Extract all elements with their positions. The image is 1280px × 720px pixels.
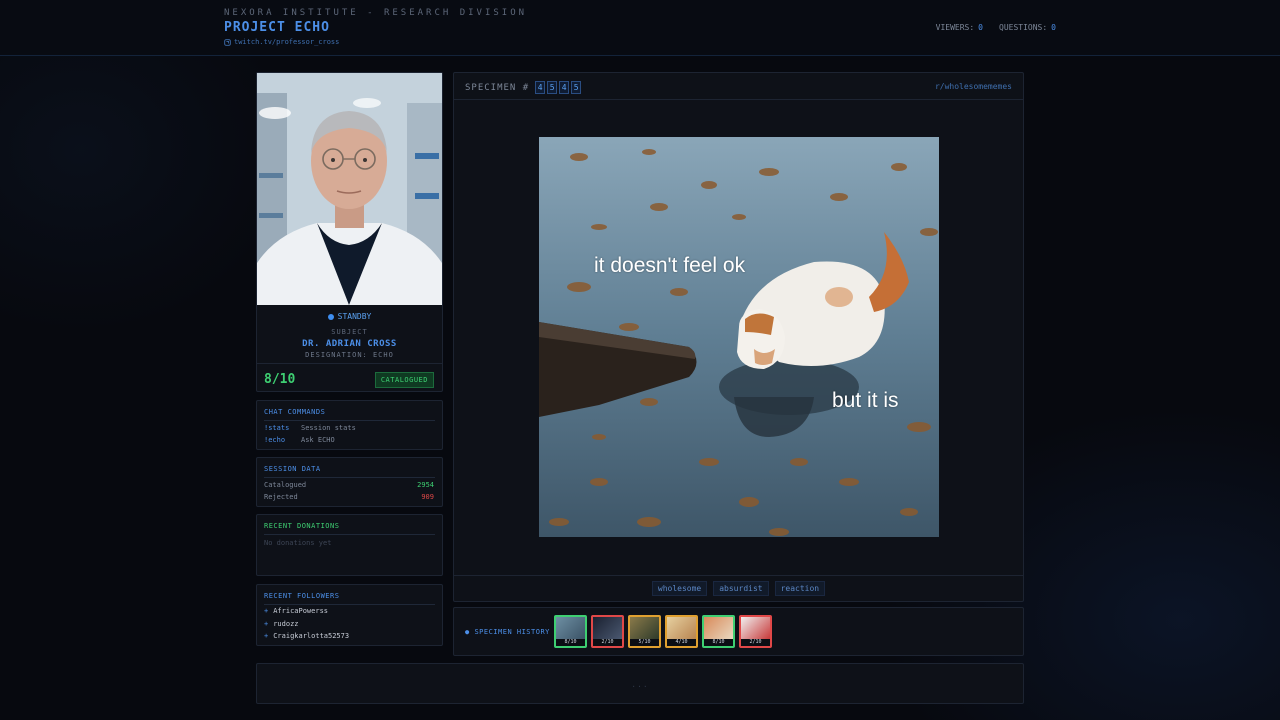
subject-portrait [257,73,442,305]
command-desc: Session stats [301,424,356,432]
specimen-viewer: SPECIMEN # 4 5 4 5 r/wholesomememes it d… [453,72,1024,602]
plus-icon: + [264,620,269,628]
plus-icon: + [264,632,269,640]
subject-designation: DESIGNATION: ECHO [305,351,394,359]
chat-commands-panel: CHAT COMMANDS !stats Session stats !echo… [256,400,443,450]
questions-value: 0 [1051,23,1056,32]
page-title: PROJECT ECHO [224,20,330,35]
thumbnail-image [741,617,770,639]
header-stats: VIEWERS: 0 QUESTIONS: 0 [936,23,1056,32]
specimen-digit: 4 [535,81,546,94]
follower-item: + AfricaPowerss [264,607,328,615]
specimen-number: SPECIMEN # 4 5 4 5 [465,81,582,94]
command-name: !echo [264,436,286,444]
specimen-digit: 4 [559,81,570,94]
specimen-history-panel: ● SPECIMEN HISTORY 8/10 2/10 5/10 4/10 8… [453,607,1024,656]
questions-label: QUESTIONS: [999,23,1048,32]
status-text: STANDBY [337,312,372,321]
session-data-panel: SESSION DATA Catalogued 2954 Rejected 90… [256,457,443,507]
org-subtitle: NEXORA INSTITUTE - RESEARCH DIVISION [224,8,528,18]
follower-item: + Craigkarlotta52573 [264,632,349,640]
meme-caption-bottom: but it is [832,389,899,412]
rejected-label: Rejected [264,493,298,501]
thumbnail-score: 8/10 [704,639,733,646]
history-thumbnail[interactable]: 5/10 [628,615,661,648]
link-icon [224,38,231,46]
subject-name: DR. ADRIAN CROSS [302,339,397,349]
meme-illustration [539,137,939,537]
viewers-stat: VIEWERS: 0 [936,23,983,32]
thumbnail-score: 8/10 [556,639,585,646]
history-thumbnail[interactable]: 8/10 [702,615,735,648]
follower-name: AfricaPowerss [273,607,329,615]
thumbnail-score: 2/10 [741,639,770,646]
status-indicator: STANDBY [257,312,442,321]
catalogued-value: 2954 [417,481,434,489]
donations-empty-text: No donations yet [264,539,332,547]
history-label-text: SPECIMEN HISTORY [474,628,550,636]
score-row: 8/10 CATALOGUED [257,363,442,391]
thumbnail-image [630,617,659,639]
tag-chip[interactable]: reaction [774,581,826,596]
session-data-title: SESSION DATA [264,465,435,478]
history-thumbnail[interactable]: 8/10 [554,615,587,648]
channel-link-text[interactable]: twitch.tv/professor_cross [234,38,339,46]
specimen-history-label: ● SPECIMEN HISTORY [465,628,550,636]
thumbnail-image [704,617,733,639]
thumbnail-image [593,617,622,639]
tag-list: wholesome absurdist reaction [454,575,1023,601]
recent-followers-title: RECENT FOLLOWERS [264,592,435,605]
history-thumbnail[interactable]: 4/10 [665,615,698,648]
bottom-message-bar: ... [256,663,1024,704]
chat-commands-title: CHAT COMMANDS [264,408,435,421]
recent-donations-panel: RECENT DONATIONS No donations yet [256,514,443,576]
specimen-label: SPECIMEN # [465,82,530,93]
catalogued-label: Catalogued [264,481,307,489]
rejected-row: Rejected 909 [264,493,434,501]
command-desc: Ask ECHO [301,436,335,444]
command-name: !stats [264,424,290,432]
recent-donations-title: RECENT DONATIONS [264,522,435,535]
tag-chip[interactable]: wholesome [651,581,708,596]
subreddit-link[interactable]: r/wholesomememes [935,82,1012,91]
command-row: !stats Session stats [264,424,356,432]
follower-item: + rudozz [264,620,299,628]
thumbnail-score: 4/10 [667,639,696,646]
top-bar: NEXORA INSTITUTE - RESEARCH DIVISION PRO… [0,0,1280,56]
history-thumbnail[interactable]: 2/10 [591,615,624,648]
rejected-value: 909 [421,493,434,501]
questions-stat: QUESTIONS: 0 [999,23,1056,32]
recent-followers-panel: RECENT FOLLOWERS + AfricaPowerss + rudozz … [256,584,443,646]
channel-link[interactable]: twitch.tv/professor_cross [224,38,339,46]
follower-name: Craigkarlotta52573 [273,632,350,640]
meme-image: it doesn't feel ok but it is [539,137,939,537]
plus-icon: + [264,607,269,615]
specimen-digit: 5 [571,81,582,94]
loading-indicator: ... [631,680,649,689]
portrait-illustration [257,73,442,305]
subject-profile-card: STANDBY SUBJECT DR. ADRIAN CROSS DESIGNA… [256,72,443,392]
thumbnail-score: 5/10 [630,639,659,646]
viewers-value: 0 [978,23,983,32]
catalogued-row: Catalogued 2954 [264,481,434,489]
thumbnail-image [556,617,585,639]
specimen-digit: 5 [547,81,558,94]
meme-caption-top: it doesn't feel ok [594,254,746,277]
history-dot-icon: ● [465,628,470,636]
current-score: 8/10 [264,372,296,387]
status-dot-icon [327,313,334,320]
viewers-label: VIEWERS: [935,23,975,32]
command-row: !echo Ask ECHO [264,436,335,444]
thumbnail-image [667,617,696,639]
tag-chip[interactable]: absurdist [713,581,769,596]
subject-label: SUBJECT [331,328,368,336]
history-thumbnail[interactable]: 2/10 [739,615,772,648]
specimen-header: SPECIMEN # 4 5 4 5 r/wholesomememes [454,73,1023,100]
status-badge: CATALOGUED [374,372,434,388]
follower-name: rudozz [273,620,299,628]
thumbnail-score: 2/10 [593,639,622,646]
